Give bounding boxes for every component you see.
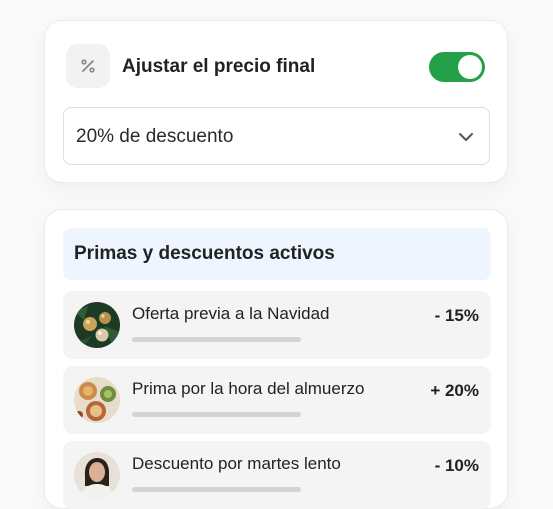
active-promotions-card: Primas y descuentos activos Oferta previ… (44, 209, 508, 509)
promo-label: Oferta previa a la Navidad (132, 304, 330, 323)
promo-item[interactable]: Descuento por martes lento - 10% (63, 441, 491, 509)
percent-icon (81, 59, 95, 73)
promo-item[interactable]: Prima por la hora del almuerzo + 20% (63, 366, 491, 434)
promo-item[interactable]: Oferta previa a la Navidad - 15% (63, 291, 491, 359)
lunch-dishes-thumbnail (74, 377, 120, 423)
chevron-down-icon (459, 133, 473, 141)
promo-progress-bar (132, 337, 301, 342)
section-title: Primas y descuentos activos (74, 243, 335, 264)
toggle-knob (458, 55, 482, 79)
section-header: Primas y descuentos activos (63, 228, 491, 280)
promo-progress-bar (132, 487, 301, 492)
adjust-price-card: Ajustar el precio final 20% de descuento (44, 20, 508, 183)
person-portrait-thumbnail (74, 452, 120, 498)
adjust-price-toggle[interactable] (429, 52, 485, 82)
discount-select-value: 20% de descuento (76, 126, 234, 147)
christmas-ornaments-thumbnail (74, 302, 120, 348)
promo-label: Descuento por martes lento (132, 454, 341, 473)
percent-badge (66, 44, 110, 88)
promo-value: - 10% (434, 456, 479, 475)
adjust-price-title: Ajustar el precio final (122, 56, 316, 77)
promo-progress-bar (132, 412, 301, 417)
promo-value: - 15% (434, 306, 479, 325)
promo-label: Prima por la hora del almuerzo (132, 379, 365, 398)
promo-value: + 20% (430, 381, 479, 400)
discount-select[interactable]: 20% de descuento (63, 107, 490, 165)
